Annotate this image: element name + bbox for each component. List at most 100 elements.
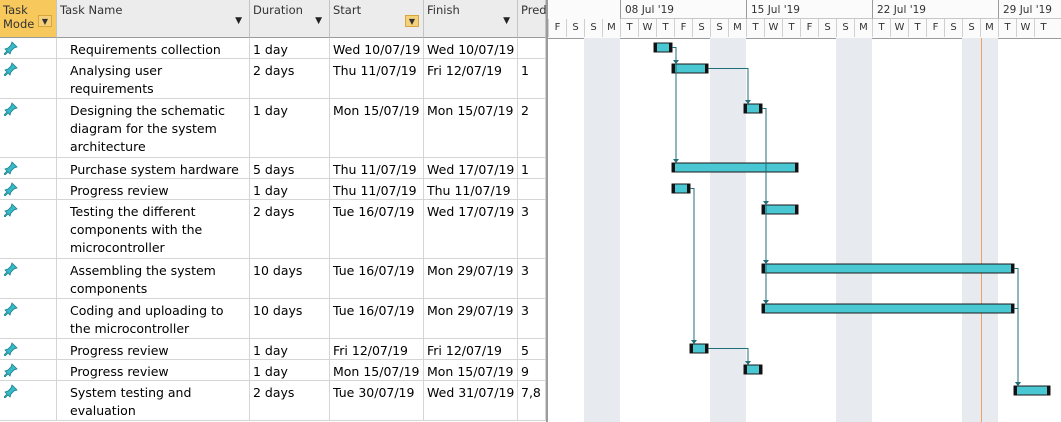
pin-icon bbox=[3, 41, 18, 56]
task-pred-cell[interactable]: 2 bbox=[518, 99, 546, 157]
column-header-task-mode[interactable]: Task Mode ▼ bbox=[0, 0, 57, 38]
task-start-cell[interactable]: Thu 11/07/19 bbox=[330, 158, 424, 178]
task-name-cell[interactable]: Testing the different components with th… bbox=[57, 200, 250, 258]
task-start-cell[interactable]: Wed 10/07/19 bbox=[330, 38, 424, 58]
task-finish-cell[interactable]: Mon 15/07/19 bbox=[424, 360, 518, 380]
task-start-cell[interactable]: Tue 16/07/19 bbox=[330, 299, 424, 338]
task-name-cell[interactable]: Requirements collection bbox=[57, 38, 250, 58]
task-start-cell[interactable]: Tue 16/07/19 bbox=[330, 200, 424, 258]
task-finish-cell[interactable]: Thu 11/07/19 bbox=[424, 179, 518, 199]
task-name-cell[interactable]: System testing and evaluation bbox=[57, 381, 250, 420]
task-pred-cell[interactable]: 3 bbox=[518, 299, 546, 338]
task-finish-cell[interactable]: Mon 29/07/19 bbox=[424, 299, 518, 338]
task-mode-cell[interactable] bbox=[0, 339, 57, 359]
gantt-bar[interactable] bbox=[671, 162, 799, 173]
task-pred-cell[interactable]: 3 bbox=[518, 259, 546, 298]
task-duration-cell[interactable]: 1 day bbox=[250, 339, 330, 359]
gantt-bar[interactable] bbox=[671, 63, 709, 74]
task-name-cell[interactable]: Designing the schematic diagram for the … bbox=[57, 99, 250, 157]
task-start-cell[interactable]: Fri 12/07/19 bbox=[330, 339, 424, 359]
task-mode-cell[interactable] bbox=[0, 59, 57, 98]
task-duration-cell[interactable]: 5 days bbox=[250, 158, 330, 178]
table-row[interactable]: Requirements collection 1 day Wed 10/07/19… bbox=[0, 38, 546, 59]
table-row[interactable]: Coding and uploading to the microcontrol… bbox=[0, 299, 546, 339]
gantt-bar[interactable] bbox=[761, 263, 1015, 274]
table-row[interactable]: Purchase system hardware 5 days Thu 11/07/… bbox=[0, 158, 546, 179]
table-row[interactable]: System testing and evaluation 2 days Tue 3… bbox=[0, 381, 546, 421]
task-mode-cell[interactable] bbox=[0, 158, 57, 178]
task-pred-cell[interactable]: 9 bbox=[518, 360, 546, 380]
task-pred-cell[interactable] bbox=[518, 179, 546, 199]
task-start-cell[interactable]: Mon 15/07/19 bbox=[330, 99, 424, 157]
task-duration-cell[interactable]: 2 days bbox=[250, 59, 330, 98]
table-row[interactable]: Assembling the system components 10 days T… bbox=[0, 259, 546, 299]
task-name-cell[interactable]: Progress review bbox=[57, 360, 250, 380]
task-mode-cell[interactable] bbox=[0, 179, 57, 199]
task-pred-cell[interactable]: 3 bbox=[518, 200, 546, 258]
task-mode-cell[interactable] bbox=[0, 99, 57, 157]
task-start-cell[interactable]: Mon 15/07/19 bbox=[330, 360, 424, 380]
column-header-finish[interactable]: Finish ▼ bbox=[424, 0, 518, 38]
table-row[interactable]: Designing the schematic diagram for the … bbox=[0, 99, 546, 158]
task-mode-cell[interactable] bbox=[0, 381, 57, 420]
chevron-down-icon[interactable]: ▼ bbox=[503, 16, 510, 26]
table-row[interactable]: Analysing user requirements 2 days Thu 11/… bbox=[0, 59, 546, 99]
task-duration-cell[interactable]: 1 day bbox=[250, 99, 330, 157]
task-start-cell[interactable]: Thu 11/07/19 bbox=[330, 179, 424, 199]
task-duration-cell[interactable]: 2 days bbox=[250, 381, 330, 420]
task-finish: Fri 12/07/19 bbox=[427, 343, 503, 358]
task-pred-cell[interactable] bbox=[518, 38, 546, 58]
task-mode-cell[interactable] bbox=[0, 38, 57, 58]
table-row[interactable]: Testing the different components with th… bbox=[0, 200, 546, 259]
task-name-cell[interactable]: Analysing user requirements bbox=[57, 59, 250, 98]
task-mode-cell[interactable] bbox=[0, 259, 57, 298]
task-name-cell[interactable]: Assembling the system components bbox=[57, 259, 250, 298]
table-row[interactable]: Progress review 1 day Fri 12/07/19 Fri 12/0… bbox=[0, 339, 546, 360]
task-start-cell[interactable]: Thu 11/07/19 bbox=[330, 59, 424, 98]
task-mode-cell[interactable] bbox=[0, 360, 57, 380]
chevron-down-icon[interactable]: ▼ bbox=[405, 15, 419, 27]
gantt-bar[interactable] bbox=[761, 303, 1015, 314]
task-pred-cell[interactable]: 1 bbox=[518, 158, 546, 178]
task-start-cell[interactable]: Tue 30/07/19 bbox=[330, 381, 424, 420]
table-row[interactable]: Progress review 1 day Thu 11/07/19 Thu 11/0… bbox=[0, 179, 546, 200]
column-header-start[interactable]: Start ▼ bbox=[330, 0, 424, 38]
task-duration: 10 days bbox=[253, 303, 303, 318]
task-name-cell[interactable]: Progress review bbox=[57, 339, 250, 359]
gantt-bar[interactable] bbox=[761, 204, 799, 215]
task-duration-cell[interactable]: 1 day bbox=[250, 38, 330, 58]
chevron-down-icon[interactable]: ▼ bbox=[38, 15, 52, 27]
task-duration-cell[interactable]: 1 day bbox=[250, 179, 330, 199]
task-duration-cell[interactable]: 10 days bbox=[250, 259, 330, 298]
task-start-cell[interactable]: Tue 16/07/19 bbox=[330, 259, 424, 298]
gantt-bar-end-cap bbox=[744, 365, 747, 374]
task-name-cell[interactable]: Purchase system hardware bbox=[57, 158, 250, 178]
table-row[interactable]: Progress review 1 day Mon 15/07/19 Mon 15/0… bbox=[0, 360, 546, 381]
task-duration-cell[interactable]: 2 days bbox=[250, 200, 330, 258]
task-duration: 2 days bbox=[253, 385, 295, 400]
chevron-down-icon[interactable]: ▼ bbox=[315, 16, 322, 26]
column-header-task-name[interactable]: Task Name ▼ bbox=[57, 0, 250, 38]
task-finish-cell[interactable]: Mon 15/07/19 bbox=[424, 99, 518, 157]
task-pred-cell[interactable]: 7,8 bbox=[518, 381, 546, 420]
task-mode-cell[interactable] bbox=[0, 299, 57, 338]
task-finish-cell[interactable]: Wed 17/07/19 bbox=[424, 158, 518, 178]
task-name-cell[interactable]: Coding and uploading to the microcontrol… bbox=[57, 299, 250, 338]
task-finish-cell[interactable]: Wed 17/07/19 bbox=[424, 200, 518, 258]
task-pred-cell[interactable]: 1 bbox=[518, 59, 546, 98]
task-finish-cell[interactable]: Wed 10/07/19 bbox=[424, 38, 518, 58]
task-duration-cell[interactable]: 1 day bbox=[250, 360, 330, 380]
gantt-bar[interactable] bbox=[1013, 385, 1051, 396]
column-header-duration[interactable]: Duration ▼ bbox=[250, 0, 330, 38]
task-pred-cell[interactable]: 5 bbox=[518, 339, 546, 359]
gantt-bars bbox=[653, 42, 1051, 396]
task-finish-cell[interactable]: Fri 12/07/19 bbox=[424, 59, 518, 98]
task-name-cell[interactable]: Progress review bbox=[57, 179, 250, 199]
task-finish-cell[interactable]: Wed 31/07/19 bbox=[424, 381, 518, 420]
column-header-predecessors[interactable]: Pred bbox=[518, 0, 546, 38]
task-finish-cell[interactable]: Fri 12/07/19 bbox=[424, 339, 518, 359]
task-finish-cell[interactable]: Mon 29/07/19 bbox=[424, 259, 518, 298]
task-duration-cell[interactable]: 10 days bbox=[250, 299, 330, 338]
task-mode-cell[interactable] bbox=[0, 200, 57, 258]
chevron-down-icon[interactable]: ▼ bbox=[235, 16, 242, 26]
